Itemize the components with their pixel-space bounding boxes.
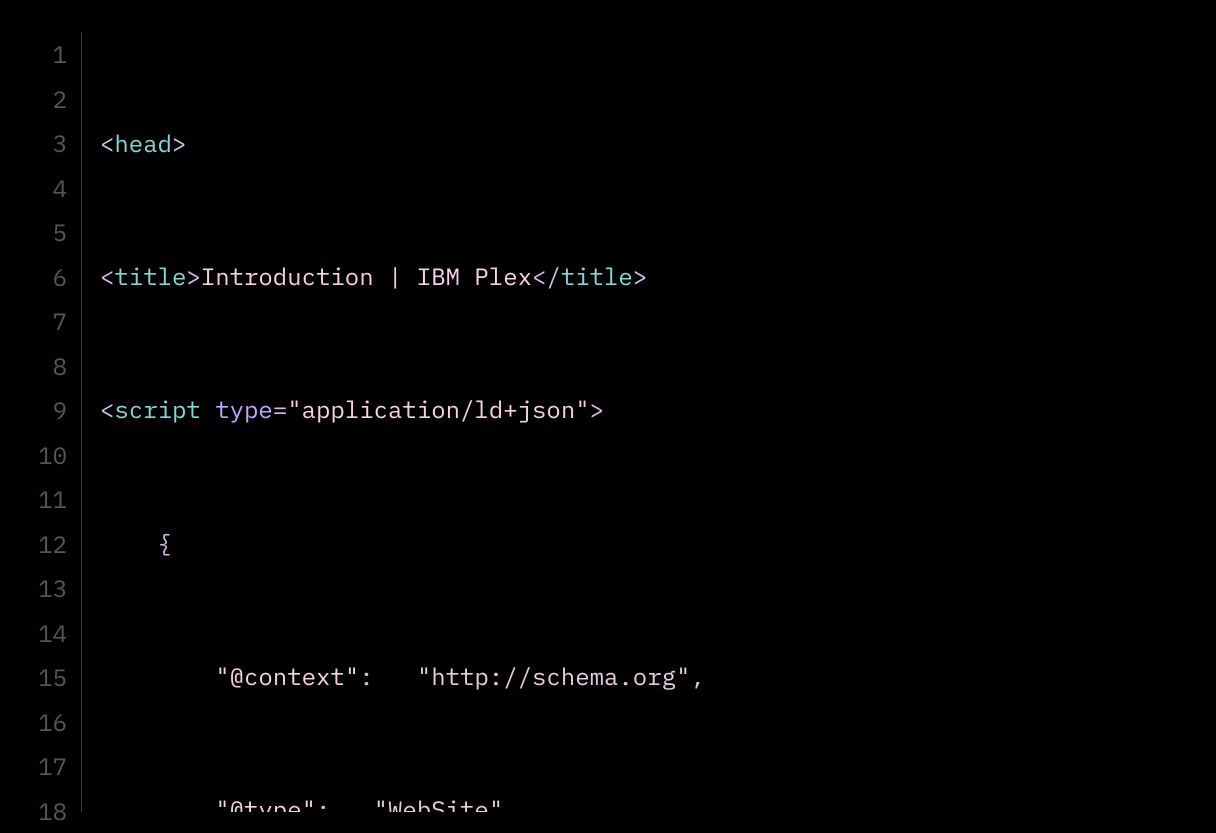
code-content[interactable]: <head> <title>Introduction | IBM Plex</t… [82,32,1216,812]
line-number-gutter: 1 2 3 4 5 6 7 8 9 10 11 12 13 14 15 16 1… [0,32,82,812]
line-number: 11 [0,477,67,522]
line-number: 15 [0,655,67,700]
code-line: <head> [100,121,1216,166]
code-line: <script type="application/ld+json"> [100,387,1216,432]
line-number: 10 [0,433,67,478]
code-line: { [100,521,1216,566]
line-number: 1 [0,32,67,77]
code-line: "@context": "http://schema.org", [100,654,1216,699]
line-number: 7 [0,299,67,344]
line-number: 3 [0,121,67,166]
line-number: 2 [0,77,67,122]
line-number: 6 [0,255,67,300]
line-number: 12 [0,522,67,567]
line-number: 17 [0,744,67,789]
code-line: <title>Introduction | IBM Plex</title> [100,254,1216,299]
line-number: 13 [0,566,67,611]
code-line: "@type": "WebSite", [100,787,1216,812]
line-number: 18 [0,789,67,833]
line-number: 8 [0,344,67,389]
line-number: 16 [0,700,67,745]
code-editor[interactable]: 1 2 3 4 5 6 7 8 9 10 11 12 13 14 15 16 1… [0,0,1216,812]
line-number: 9 [0,388,67,433]
line-number: 14 [0,611,67,656]
line-number: 4 [0,166,67,211]
line-number: 5 [0,210,67,255]
